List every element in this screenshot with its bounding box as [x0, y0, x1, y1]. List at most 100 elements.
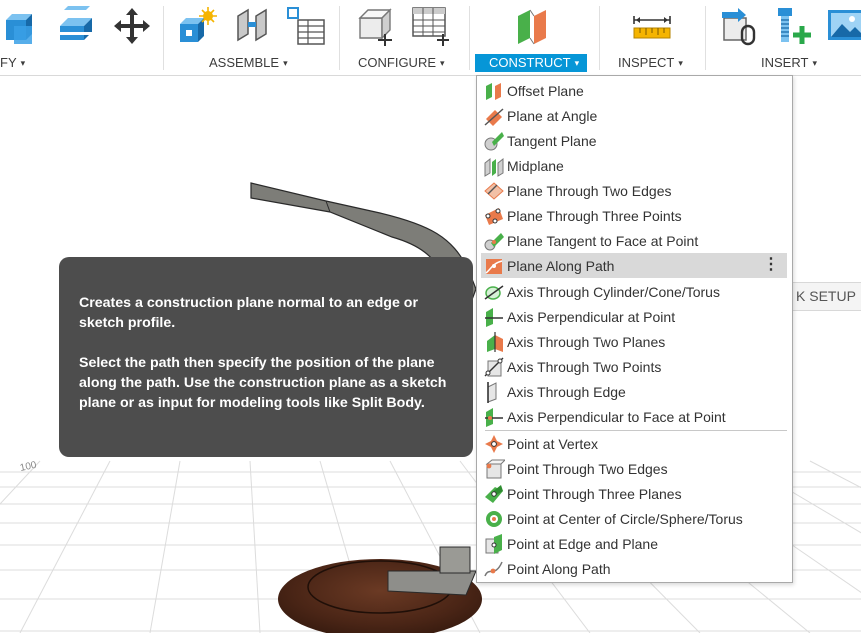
modify-group-label[interactable]: FY ▾: [0, 55, 25, 71]
modify-label-text: FY: [0, 55, 17, 70]
new-component-icon[interactable]: [178, 6, 218, 46]
construct-dropdown-menu: Offset Plane Plane at Angle Tangent Plan…: [476, 75, 793, 583]
inspect-label-text: INSPECT: [618, 55, 675, 70]
measure-icon[interactable]: [632, 6, 672, 46]
menu-item-label: Point at Center of Circle/Sphere/Torus: [507, 510, 743, 527]
plane-at-angle-icon: [484, 107, 504, 126]
configure-group-label[interactable]: CONFIGURE ▾: [358, 55, 445, 71]
group-divider: [599, 6, 600, 70]
axis-two-planes-icon: [487, 331, 503, 352]
chevron-down-icon: ▾: [678, 58, 683, 68]
menu-item-label: Axis Through Two Planes: [507, 333, 666, 350]
group-divider: [163, 6, 164, 70]
construct-label-text: CONSTRUCT: [489, 55, 571, 70]
menu-item-tangent-plane[interactable]: Tangent Plane: [481, 128, 787, 153]
insert-derive-icon[interactable]: [720, 6, 760, 46]
menu-item-label: Axis Perpendicular at Point: [507, 308, 676, 325]
point-two-edges-icon: [485, 459, 505, 478]
menu-item-plane-along-path[interactable]: Plane Along Path ⋮: [481, 253, 787, 278]
plane-three-points-icon: [485, 207, 503, 225]
combine-icon[interactable]: [2, 6, 42, 46]
menu-item-point-vertex[interactable]: Point at Vertex: [481, 431, 787, 456]
menu-item-label: Plane at Angle: [507, 107, 598, 124]
menu-item-label: Point at Edge and Plane: [507, 535, 659, 552]
menu-item-label: Plane Tangent to Face at Point: [507, 232, 699, 249]
group-divider: [705, 6, 706, 70]
menu-item-label: Plane Through Three Points: [507, 207, 682, 224]
joint-icon[interactable]: [234, 6, 274, 46]
menu-item-label: Point at Vertex: [507, 435, 599, 452]
point-three-planes-icon: [485, 484, 503, 503]
plane-tangent-face-icon: [484, 232, 504, 250]
menu-item-axis-perpendicular-point[interactable]: Axis Perpendicular at Point: [481, 304, 787, 329]
menu-item-label: Plane Along Path: [507, 257, 615, 274]
menu-item-point-edge-plane[interactable]: Point at Edge and Plane: [481, 531, 787, 556]
axis-edge-icon: [487, 381, 497, 403]
axis-two-points-icon: [484, 357, 504, 376]
menu-item-point-along-path[interactable]: Point Along Path: [481, 556, 787, 581]
chevron-down-icon: ▾: [283, 58, 288, 68]
group-divider: [339, 6, 340, 70]
construct-group-label[interactable]: CONSTRUCT ▾: [475, 54, 588, 72]
setup-tab[interactable]: K SETUP: [791, 282, 861, 311]
menu-item-point-center[interactable]: Point at Center of Circle/Sphere/Torus: [481, 506, 787, 531]
configure-label-text: CONFIGURE: [358, 55, 436, 70]
menu-item-point-three-planes[interactable]: Point Through Three Planes: [481, 481, 787, 506]
configuration-table-icon[interactable]: [411, 6, 451, 46]
parameters-table-icon[interactable]: [286, 6, 326, 46]
insert-canvas-icon[interactable]: [826, 6, 861, 46]
chevron-down-icon: ▾: [574, 58, 580, 68]
midplane-icon: [484, 157, 504, 177]
insert-label-text: INSERT: [761, 55, 809, 70]
assemble-group-label[interactable]: ASSEMBLE ▾: [209, 55, 288, 71]
menu-item-plane-at-angle[interactable]: Plane at Angle: [481, 103, 787, 128]
point-center-icon: [486, 510, 502, 527]
move-icon[interactable]: [112, 6, 152, 46]
menu-item-label: Offset Plane: [507, 82, 584, 99]
plane-two-edges-icon: [484, 181, 504, 200]
axis-cylinder-icon: [484, 284, 504, 300]
group-divider: [469, 6, 470, 70]
insert-group-label[interactable]: INSERT ▾: [761, 55, 817, 71]
ribbon-toolbar: FY ▾ ASSEMBLE ▾ CONFIGURE ▾ CONSTRUCT ▾ …: [0, 0, 861, 76]
menu-item-plane-tangent-face[interactable]: Plane Tangent to Face at Point: [481, 228, 787, 253]
menu-item-label: Axis Through Edge: [507, 383, 626, 400]
menu-item-label: Point Through Two Edges: [507, 460, 668, 477]
menu-item-label: Point Along Path: [507, 560, 611, 577]
point-vertex-icon: [485, 434, 503, 453]
menu-item-label: Midplane: [507, 157, 564, 174]
tangent-plane-icon: [484, 131, 504, 150]
menu-item-label: Axis Through Cylinder/Cone/Torus: [507, 283, 720, 300]
axis-perpendicular-point-icon: [485, 307, 503, 327]
menu-item-label: Plane Through Two Edges: [507, 182, 672, 199]
chevron-down-icon: ▾: [440, 58, 445, 68]
chevron-down-icon: ▾: [20, 58, 26, 68]
more-options-icon[interactable]: ⋮: [763, 257, 779, 273]
insert-mcmaster-icon[interactable]: [772, 6, 812, 46]
menu-item-label: Tangent Plane: [507, 132, 597, 149]
menu-item-label: Axis Through Two Points: [507, 358, 662, 375]
menu-item-axis-cylinder[interactable]: Axis Through Cylinder/Cone/Torus: [481, 279, 787, 304]
menu-item-point-two-edges[interactable]: Point Through Two Edges: [481, 456, 787, 481]
menu-item-axis-two-planes[interactable]: Axis Through Two Planes: [481, 329, 787, 354]
menu-item-label: Point Through Three Planes: [507, 485, 682, 502]
offset-plane-toolbar-icon[interactable]: [514, 6, 554, 46]
press-pull-icon[interactable]: [56, 6, 96, 46]
assemble-label-text: ASSEMBLE: [209, 55, 280, 70]
menu-item-plane-two-edges[interactable]: Plane Through Two Edges: [481, 178, 787, 203]
inspect-group-label[interactable]: INSPECT ▾: [618, 55, 683, 71]
command-tooltip: Creates a construction plane normal to a…: [59, 257, 473, 457]
menu-item-label: Axis Perpendicular to Face at Point: [507, 408, 726, 425]
menu-item-axis-two-points[interactable]: Axis Through Two Points: [481, 354, 787, 379]
axis-perpendicular-face-icon: [485, 407, 503, 427]
configure-component-icon[interactable]: [356, 6, 396, 46]
menu-item-axis-edge[interactable]: Axis Through Edge: [481, 379, 787, 404]
chevron-down-icon: ▾: [812, 58, 817, 68]
menu-item-axis-perpendicular-face[interactable]: Axis Perpendicular to Face at Point: [481, 404, 787, 429]
menu-item-midplane[interactable]: Midplane: [481, 153, 787, 178]
menu-item-offset-plane[interactable]: Offset Plane: [481, 78, 787, 103]
plane-along-path-icon: [485, 258, 503, 274]
menu-item-plane-three-points[interactable]: Plane Through Three Points: [481, 203, 787, 228]
offset-plane-icon: [486, 82, 501, 100]
setup-tab-label: K SETUP: [796, 288, 856, 304]
